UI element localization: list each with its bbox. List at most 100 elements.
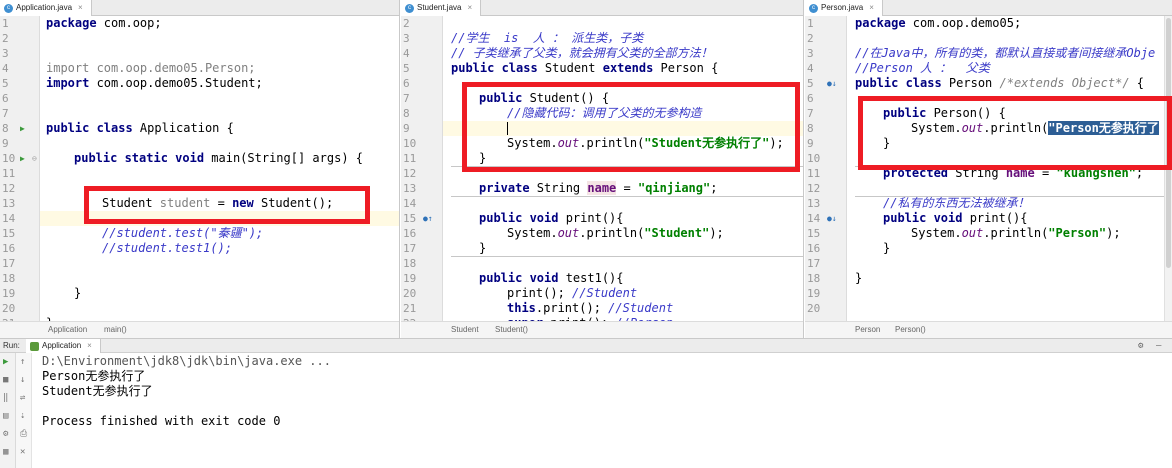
run-gutter-icon[interactable]: ▶ bbox=[20, 121, 25, 136]
code-text: } bbox=[855, 271, 863, 285]
gear-icon[interactable]: ⚙ bbox=[1138, 339, 1143, 353]
breadcrumb-item[interactable]: Person bbox=[855, 322, 880, 338]
layout-icon[interactable]: ▦ bbox=[3, 447, 8, 457]
override-gutter-icon[interactable]: ●↑ bbox=[423, 211, 433, 226]
line-number: 10 bbox=[807, 152, 821, 165]
line-number: 18 bbox=[807, 272, 821, 285]
console-output[interactable]: D:\Environment\jdk8\jdk\bin\java.exe ...… bbox=[32, 353, 1172, 468]
console-command-line: D:\Environment\jdk8\jdk\bin\java.exe ... bbox=[42, 354, 331, 368]
line-number: 15 bbox=[807, 227, 821, 240]
breadcrumb: Application main() bbox=[0, 321, 399, 338]
keyword: private bbox=[479, 181, 530, 195]
code-text: .println( bbox=[579, 226, 645, 240]
field: out bbox=[961, 226, 984, 240]
code-text: print(); bbox=[507, 286, 573, 300]
tab-person-java[interactable]: c Person.java × bbox=[805, 0, 883, 16]
line-number: 21 bbox=[403, 302, 417, 315]
close-icon[interactable]: × bbox=[467, 0, 472, 16]
tab-student-java[interactable]: c Student.java × bbox=[401, 0, 482, 16]
tab-label: Person.java bbox=[821, 3, 864, 12]
comment: //Student bbox=[572, 286, 638, 300]
line-number: 12 bbox=[807, 182, 821, 195]
keyword: public void bbox=[479, 211, 559, 225]
line-number: 9 bbox=[2, 137, 9, 150]
keyword: extends bbox=[602, 61, 654, 75]
close-icon[interactable]: × bbox=[87, 339, 92, 353]
application-icon bbox=[30, 341, 39, 351]
breadcrumb-item[interactable]: Student() bbox=[495, 322, 528, 338]
editor-tabbar: c Person.java × bbox=[805, 0, 1172, 16]
line-number: 4 bbox=[807, 62, 814, 75]
field: name bbox=[587, 181, 617, 195]
keyword: package bbox=[46, 16, 97, 30]
line-number: 16 bbox=[807, 242, 821, 255]
pause-icon[interactable]: ‖ bbox=[3, 393, 8, 403]
code-text: System. bbox=[911, 226, 962, 240]
fold-icon[interactable]: ⊖ bbox=[32, 151, 37, 166]
line-number: 14 bbox=[2, 212, 16, 225]
line-number: 12 bbox=[403, 167, 417, 180]
line-number: 5 bbox=[2, 77, 9, 90]
line-number: 17 bbox=[403, 242, 417, 255]
line-number: 2 bbox=[403, 17, 410, 30]
close-icon[interactable]: × bbox=[78, 0, 83, 16]
breadcrumb-item[interactable]: Person() bbox=[895, 322, 926, 338]
settings-icon[interactable]: ⚙ bbox=[3, 429, 8, 439]
highlight-box bbox=[84, 186, 370, 224]
arrow-down-icon[interactable]: ↓ bbox=[20, 375, 25, 385]
breadcrumb-item[interactable]: Student bbox=[451, 322, 479, 338]
keyword: this bbox=[507, 301, 536, 315]
editor-tabbar: c Application.java × bbox=[0, 0, 399, 16]
code-editor[interactable]: 1 package com.oop; 2 3 4 import com.oop.… bbox=[0, 16, 399, 330]
breadcrumb: Student Student() bbox=[401, 321, 803, 338]
line-number: 9 bbox=[807, 137, 814, 150]
tab-application-java[interactable]: c Application.java × bbox=[0, 0, 92, 16]
comment: //Student bbox=[608, 301, 674, 315]
line-number: 15 bbox=[403, 212, 417, 225]
comment: // 子类继承了父类，就会拥有父类的全部方法！ bbox=[451, 46, 713, 60]
tab-run-application[interactable]: Application × bbox=[26, 339, 101, 353]
scroll-to-end-icon[interactable]: ⇣ bbox=[20, 411, 25, 421]
line-number: 6 bbox=[807, 92, 814, 105]
run-panel-header: Run: Application × ⚙ — bbox=[0, 338, 1172, 353]
line-number: 7 bbox=[403, 92, 410, 105]
line-number: 19 bbox=[807, 287, 821, 300]
code-text: Application { bbox=[132, 121, 234, 135]
arrow-up-icon[interactable]: ↑ bbox=[20, 357, 25, 367]
breadcrumb-item[interactable]: Application bbox=[48, 322, 87, 338]
code-text: com.oop.demo05.Student; bbox=[89, 76, 263, 90]
line-number: 17 bbox=[807, 257, 821, 270]
line-number: 14 bbox=[403, 197, 417, 210]
code-text: ); bbox=[1106, 226, 1121, 240]
line-number: 10 bbox=[403, 137, 417, 150]
run-gutter-icon[interactable]: ▶ bbox=[20, 151, 25, 166]
print-icon[interactable]: ⎙ bbox=[20, 429, 27, 439]
close-icon[interactable]: × bbox=[869, 0, 874, 16]
code-text: System. bbox=[507, 226, 558, 240]
line-number: 17 bbox=[2, 257, 16, 270]
line-number: 12 bbox=[2, 182, 16, 195]
stop-icon[interactable]: ■ bbox=[3, 375, 8, 385]
trash-icon[interactable]: ✕ bbox=[20, 447, 25, 457]
line-number: 13 bbox=[403, 182, 417, 195]
keyword: public void bbox=[479, 271, 559, 285]
console-output-line: Person无参执行了 bbox=[42, 369, 146, 383]
soft-wrap-icon[interactable]: ⇌ bbox=[20, 393, 25, 403]
dump-threads-icon[interactable]: ▤ bbox=[3, 411, 8, 421]
minimize-icon[interactable]: — bbox=[1156, 339, 1161, 353]
line-number: 13 bbox=[807, 197, 821, 210]
rerun-icon[interactable]: ▶ bbox=[3, 357, 8, 367]
highlight-box bbox=[462, 82, 800, 172]
field: out bbox=[557, 226, 580, 240]
code-text: Student bbox=[537, 61, 603, 75]
line-number: 1 bbox=[807, 17, 814, 30]
overridden-gutter-icon[interactable]: ●↓ bbox=[827, 76, 837, 91]
code-text: print(){ bbox=[558, 211, 624, 225]
highlight-box bbox=[858, 96, 1172, 170]
tab-label: Application bbox=[42, 341, 82, 350]
breadcrumb-item[interactable]: main() bbox=[104, 322, 127, 338]
class-icon: c bbox=[4, 3, 13, 13]
code-text: .print(); bbox=[535, 301, 609, 315]
overridden-gutter-icon[interactable]: ●↓ bbox=[827, 211, 837, 226]
line-number: 5 bbox=[807, 77, 814, 90]
